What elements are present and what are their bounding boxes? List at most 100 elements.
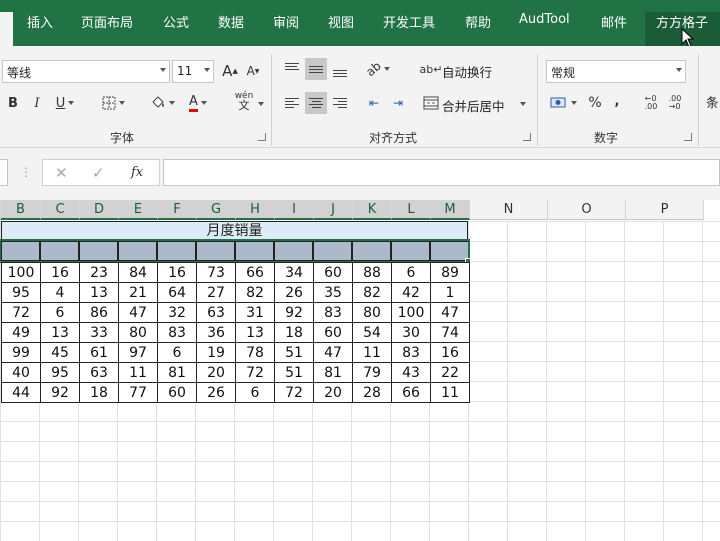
merge-center-button[interactable]: [420, 92, 442, 114]
decrease-decimal-button[interactable]: .00 →0: [664, 92, 686, 114]
header-row-cell[interactable]: [40, 241, 79, 261]
header-row-cell[interactable]: [391, 241, 430, 261]
tab-mail[interactable]: 邮件: [601, 12, 627, 31]
table-cell[interactable]: 26: [196, 382, 236, 403]
align-top-button[interactable]: [281, 58, 303, 80]
align-bottom-button[interactable]: [329, 58, 351, 80]
shrink-font-button[interactable]: A ▼: [242, 60, 264, 82]
table-cell[interactable]: 13: [79, 282, 119, 303]
header-row-cell[interactable]: [196, 241, 235, 261]
column-header-E[interactable]: E: [119, 200, 158, 220]
table-cell[interactable]: 35: [313, 282, 353, 303]
table-cell[interactable]: 82: [352, 282, 392, 303]
table-cell[interactable]: 72: [1, 302, 41, 323]
tab-audtool[interactable]: AudTool: [519, 12, 570, 27]
table-cell[interactable]: 33: [79, 322, 119, 343]
table-cell[interactable]: 11: [352, 342, 392, 363]
table-cell[interactable]: 83: [157, 322, 197, 343]
increase-decimal-button[interactable]: ←0.00: [640, 92, 662, 114]
styles-partial-label[interactable]: 条: [706, 92, 719, 111]
table-cell[interactable]: 74: [430, 322, 470, 343]
table-cell[interactable]: 21: [118, 282, 158, 303]
wrap-text-label[interactable]: 自动换行: [442, 62, 492, 81]
table-cell[interactable]: 26: [274, 282, 314, 303]
table-cell[interactable]: 95: [40, 362, 80, 383]
orientation-button[interactable]: ab: [363, 58, 393, 80]
increase-indent-button[interactable]: ⇥: [387, 92, 409, 114]
table-cell[interactable]: 86: [79, 302, 119, 323]
table-cell[interactable]: 6: [391, 262, 431, 283]
header-row-cell[interactable]: [313, 241, 352, 261]
table-cell[interactable]: 89: [430, 262, 470, 283]
italic-button[interactable]: I: [26, 92, 48, 114]
tab-insert[interactable]: 插入: [27, 12, 53, 31]
column-header-M[interactable]: M: [431, 200, 470, 220]
table-cell[interactable]: 88: [352, 262, 392, 283]
table-cell[interactable]: 63: [196, 302, 236, 323]
decrease-indent-button[interactable]: ⇤: [363, 92, 385, 114]
table-cell[interactable]: 72: [274, 382, 314, 403]
tab-formulas[interactable]: 公式: [163, 12, 189, 31]
table-cell[interactable]: 30: [391, 322, 431, 343]
table-cell[interactable]: 63: [79, 362, 119, 383]
table-cell[interactable]: 79: [352, 362, 392, 383]
underline-button[interactable]: U: [50, 92, 80, 114]
font-size-combo[interactable]: 11: [172, 60, 214, 83]
column-header-D[interactable]: D: [80, 200, 119, 220]
font-dialog-launcher-icon[interactable]: [258, 133, 266, 141]
table-cell[interactable]: 27: [196, 282, 236, 303]
number-dialog-launcher-icon[interactable]: [684, 133, 692, 141]
table-cell[interactable]: 66: [235, 262, 275, 283]
formula-bar-dots[interactable]: ⋮: [20, 165, 32, 179]
column-header-F[interactable]: F: [158, 200, 197, 220]
table-cell[interactable]: 23: [79, 262, 119, 283]
table-cell[interactable]: 66: [391, 382, 431, 403]
tab-developer[interactable]: 开发工具: [383, 12, 435, 31]
table-cell[interactable]: 13: [235, 322, 275, 343]
accounting-format-button[interactable]: [546, 92, 580, 114]
tab-view[interactable]: 视图: [328, 12, 354, 31]
align-center-button[interactable]: [305, 92, 327, 114]
table-cell[interactable]: 78: [235, 342, 275, 363]
table-cell[interactable]: 6: [235, 382, 275, 403]
tab-help[interactable]: 帮助: [465, 12, 491, 31]
table-cell[interactable]: 47: [430, 302, 470, 323]
table-cell[interactable]: 99: [1, 342, 41, 363]
table-cell[interactable]: 20: [313, 382, 353, 403]
tab-page-layout[interactable]: 页面布局: [81, 12, 133, 31]
table-cell[interactable]: 11: [430, 382, 470, 403]
number-format-combo[interactable]: 常规: [546, 60, 686, 83]
table-cell[interactable]: 51: [274, 362, 314, 383]
table-cell[interactable]: 32: [157, 302, 197, 323]
header-row-cell[interactable]: [352, 241, 391, 261]
insert-function-icon[interactable]: fx: [131, 165, 143, 180]
cancel-icon[interactable]: ✕: [55, 164, 68, 182]
tab-home-current[interactable]: [0, 12, 13, 46]
table-cell[interactable]: 47: [118, 302, 158, 323]
table-cell[interactable]: 60: [313, 262, 353, 283]
column-header-O[interactable]: O: [548, 200, 626, 220]
table-cell[interactable]: 92: [274, 302, 314, 323]
table-cell[interactable]: 81: [157, 362, 197, 383]
selected-header-row[interactable]: [0, 239, 470, 263]
column-header-C[interactable]: C: [41, 200, 80, 220]
table-cell[interactable]: 28: [352, 382, 392, 403]
enter-icon[interactable]: ✓: [92, 164, 105, 182]
table-cell[interactable]: 16: [430, 342, 470, 363]
table-cell[interactable]: 80: [118, 322, 158, 343]
table-cell[interactable]: 34: [274, 262, 314, 283]
table-cell[interactable]: 18: [274, 322, 314, 343]
header-row-cell[interactable]: [157, 241, 196, 261]
bold-button[interactable]: B: [2, 92, 24, 114]
table-cell[interactable]: 16: [157, 262, 197, 283]
font-color-button[interactable]: A: [182, 92, 214, 114]
align-right-button[interactable]: [329, 92, 351, 114]
table-cell[interactable]: 49: [1, 322, 41, 343]
phonetic-guide-button[interactable]: wén 文: [227, 90, 261, 112]
header-row-cell[interactable]: [118, 241, 157, 261]
table-cell[interactable]: 83: [313, 302, 353, 323]
column-header-G[interactable]: G: [197, 200, 236, 220]
column-header-N[interactable]: N: [470, 200, 548, 220]
table-cell[interactable]: 19: [196, 342, 236, 363]
alignment-dialog-launcher-icon[interactable]: [523, 133, 531, 141]
